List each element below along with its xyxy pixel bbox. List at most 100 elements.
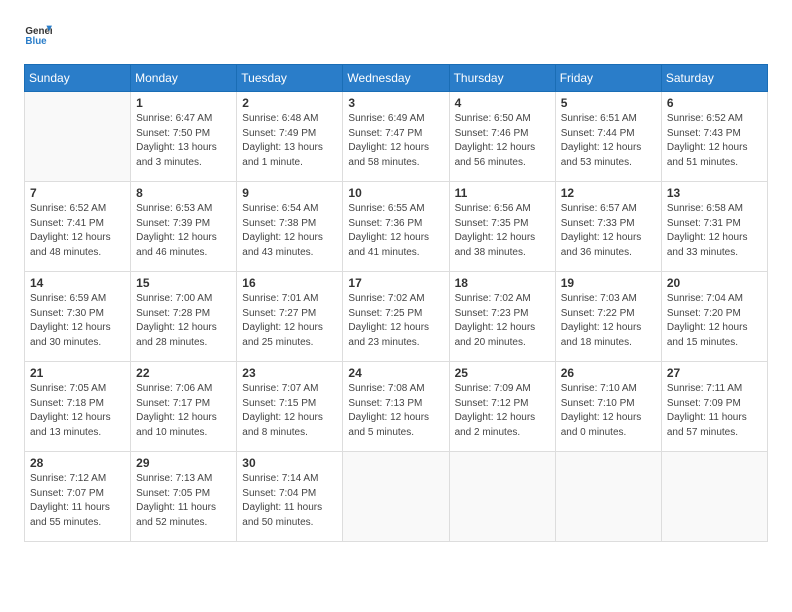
calendar-cell [449, 452, 555, 542]
day-info: Sunrise: 6:52 AM Sunset: 7:41 PM Dayligh… [30, 202, 125, 260]
day-info: Sunrise: 6:51 AM Sunset: 7:44 PM Dayligh… [561, 112, 656, 170]
week-row-0: 1 Sunrise: 6:47 AM Sunset: 7:50 PM Daylig… [25, 92, 768, 182]
day-info: Sunrise: 6:54 AM Sunset: 7:38 PM Dayligh… [242, 202, 337, 260]
day-info: Sunrise: 7:03 AM Sunset: 7:22 PM Dayligh… [561, 292, 656, 350]
day-info: Sunrise: 7:01 AM Sunset: 7:27 PM Dayligh… [242, 292, 337, 350]
day-number: 8 [136, 186, 231, 200]
day-number: 9 [242, 186, 337, 200]
header-tuesday: Tuesday [237, 65, 343, 92]
day-info: Sunrise: 7:07 AM Sunset: 7:15 PM Dayligh… [242, 382, 337, 440]
calendar-cell: 13 Sunrise: 6:58 AM Sunset: 7:31 PM Dayli… [661, 182, 767, 272]
day-number: 27 [667, 366, 762, 380]
day-info: Sunrise: 7:12 AM Sunset: 7:07 PM Dayligh… [30, 472, 125, 530]
day-number: 12 [561, 186, 656, 200]
day-info: Sunrise: 7:08 AM Sunset: 7:13 PM Dayligh… [348, 382, 443, 440]
day-number: 14 [30, 276, 125, 290]
calendar-cell: 14 Sunrise: 6:59 AM Sunset: 7:30 PM Dayli… [25, 272, 131, 362]
day-info: Sunrise: 6:53 AM Sunset: 7:39 PM Dayligh… [136, 202, 231, 260]
calendar-cell [661, 452, 767, 542]
day-number: 3 [348, 96, 443, 110]
calendar-cell: 19 Sunrise: 7:03 AM Sunset: 7:22 PM Dayli… [555, 272, 661, 362]
calendar-cell: 16Sunrise: 7:01 AM Sunset: 7:27 PM Dayli… [237, 272, 343, 362]
day-number: 24 [348, 366, 443, 380]
day-number: 1 [136, 96, 231, 110]
day-number: 7 [30, 186, 125, 200]
day-number: 19 [561, 276, 656, 290]
logo-icon: General Blue [24, 20, 52, 48]
header-wednesday: Wednesday [343, 65, 449, 92]
day-info: Sunrise: 6:47 AM Sunset: 7:50 PM Dayligh… [136, 112, 231, 170]
day-number: 13 [667, 186, 762, 200]
day-number: 2 [242, 96, 337, 110]
day-number: 6 [667, 96, 762, 110]
calendar-cell: 3Sunrise: 6:49 AM Sunset: 7:47 PM Daylig… [343, 92, 449, 182]
header-thursday: Thursday [449, 65, 555, 92]
day-number: 22 [136, 366, 231, 380]
day-info: Sunrise: 7:02 AM Sunset: 7:25 PM Dayligh… [348, 292, 443, 350]
calendar-cell [343, 452, 449, 542]
calendar-cell: 23 Sunrise: 7:07 AM Sunset: 7:15 PM Dayli… [237, 362, 343, 452]
day-info: Sunrise: 7:04 AM Sunset: 7:20 PM Dayligh… [667, 292, 762, 350]
calendar-cell: 22Sunrise: 7:06 AM Sunset: 7:17 PM Dayli… [131, 362, 237, 452]
day-info: Sunrise: 6:56 AM Sunset: 7:35 PM Dayligh… [455, 202, 550, 260]
day-info: Sunrise: 7:11 AM Sunset: 7:09 PM Dayligh… [667, 382, 762, 440]
day-info: Sunrise: 6:48 AM Sunset: 7:49 PM Dayligh… [242, 112, 337, 170]
calendar-cell: 17 Sunrise: 7:02 AM Sunset: 7:25 PM Dayli… [343, 272, 449, 362]
calendar-cell: 10 Sunrise: 6:55 AM Sunset: 7:36 PM Dayli… [343, 182, 449, 272]
day-info: Sunrise: 6:58 AM Sunset: 7:31 PM Dayligh… [667, 202, 762, 260]
calendar-cell: 4 Sunrise: 6:50 AM Sunset: 7:46 PM Daylig… [449, 92, 555, 182]
day-number: 28 [30, 456, 125, 470]
day-number: 26 [561, 366, 656, 380]
day-info: Sunrise: 7:13 AM Sunset: 7:05 PM Dayligh… [136, 472, 231, 530]
day-info: Sunrise: 7:09 AM Sunset: 7:12 PM Dayligh… [455, 382, 550, 440]
calendar-cell: 26 Sunrise: 7:10 AM Sunset: 7:10 PM Dayli… [555, 362, 661, 452]
calendar-cell: 24 Sunrise: 7:08 AM Sunset: 7:13 PM Dayli… [343, 362, 449, 452]
calendar-cell: 20 Sunrise: 7:04 AM Sunset: 7:20 PM Dayli… [661, 272, 767, 362]
day-info: Sunrise: 6:50 AM Sunset: 7:46 PM Dayligh… [455, 112, 550, 170]
day-number: 23 [242, 366, 337, 380]
calendar-cell [25, 92, 131, 182]
day-number: 18 [455, 276, 550, 290]
calendar-cell: 9 Sunrise: 6:54 AM Sunset: 7:38 PM Daylig… [237, 182, 343, 272]
svg-text:Blue: Blue [25, 36, 47, 47]
day-info: Sunrise: 6:57 AM Sunset: 7:33 PM Dayligh… [561, 202, 656, 260]
day-number: 11 [455, 186, 550, 200]
day-info: Sunrise: 7:00 AM Sunset: 7:28 PM Dayligh… [136, 292, 231, 350]
day-number: 10 [348, 186, 443, 200]
week-row-3: 21 Sunrise: 7:05 AM Sunset: 7:18 PM Dayli… [25, 362, 768, 452]
day-info: Sunrise: 6:55 AM Sunset: 7:36 PM Dayligh… [348, 202, 443, 260]
calendar-cell: 5 Sunrise: 6:51 AM Sunset: 7:44 PM Daylig… [555, 92, 661, 182]
day-number: 15 [136, 276, 231, 290]
week-row-1: 7 Sunrise: 6:52 AM Sunset: 7:41 PM Daylig… [25, 182, 768, 272]
calendar-cell: 21 Sunrise: 7:05 AM Sunset: 7:18 PM Dayli… [25, 362, 131, 452]
day-info: Sunrise: 7:05 AM Sunset: 7:18 PM Dayligh… [30, 382, 125, 440]
day-number: 4 [455, 96, 550, 110]
calendar: SundayMondayTuesdayWednesdayThursdayFrid… [24, 64, 768, 542]
week-row-4: 28 Sunrise: 7:12 AM Sunset: 7:07 PM Dayli… [25, 452, 768, 542]
day-number: 17 [348, 276, 443, 290]
day-number: 21 [30, 366, 125, 380]
day-number: 25 [455, 366, 550, 380]
calendar-cell: 1 Sunrise: 6:47 AM Sunset: 7:50 PM Daylig… [131, 92, 237, 182]
calendar-cell: 2 Sunrise: 6:48 AM Sunset: 7:49 PM Daylig… [237, 92, 343, 182]
header-monday: Monday [131, 65, 237, 92]
calendar-cell: 25 Sunrise: 7:09 AM Sunset: 7:12 PM Dayli… [449, 362, 555, 452]
day-number: 29 [136, 456, 231, 470]
header-sunday: Sunday [25, 65, 131, 92]
calendar-cell: 15 Sunrise: 7:00 AM Sunset: 7:28 PM Dayli… [131, 272, 237, 362]
day-number: 5 [561, 96, 656, 110]
calendar-cell: 29 Sunrise: 7:13 AM Sunset: 7:05 PM Dayli… [131, 452, 237, 542]
day-number: 30 [242, 456, 337, 470]
day-info: Sunrise: 7:14 AM Sunset: 7:04 PM Dayligh… [242, 472, 337, 530]
day-info: Sunrise: 6:59 AM Sunset: 7:30 PM Dayligh… [30, 292, 125, 350]
day-info: Sunrise: 6:52 AM Sunset: 7:43 PM Dayligh… [667, 112, 762, 170]
calendar-cell: 30 Sunrise: 7:14 AM Sunset: 7:04 PM Dayli… [237, 452, 343, 542]
day-info: Sunrise: 7:10 AM Sunset: 7:10 PM Dayligh… [561, 382, 656, 440]
day-number: 20 [667, 276, 762, 290]
logo: General Blue [24, 20, 56, 48]
calendar-header-row: SundayMondayTuesdayWednesdayThursdayFrid… [25, 65, 768, 92]
header-saturday: Saturday [661, 65, 767, 92]
header-friday: Friday [555, 65, 661, 92]
calendar-cell: 27 Sunrise: 7:11 AM Sunset: 7:09 PM Dayli… [661, 362, 767, 452]
calendar-cell: 28 Sunrise: 7:12 AM Sunset: 7:07 PM Dayli… [25, 452, 131, 542]
